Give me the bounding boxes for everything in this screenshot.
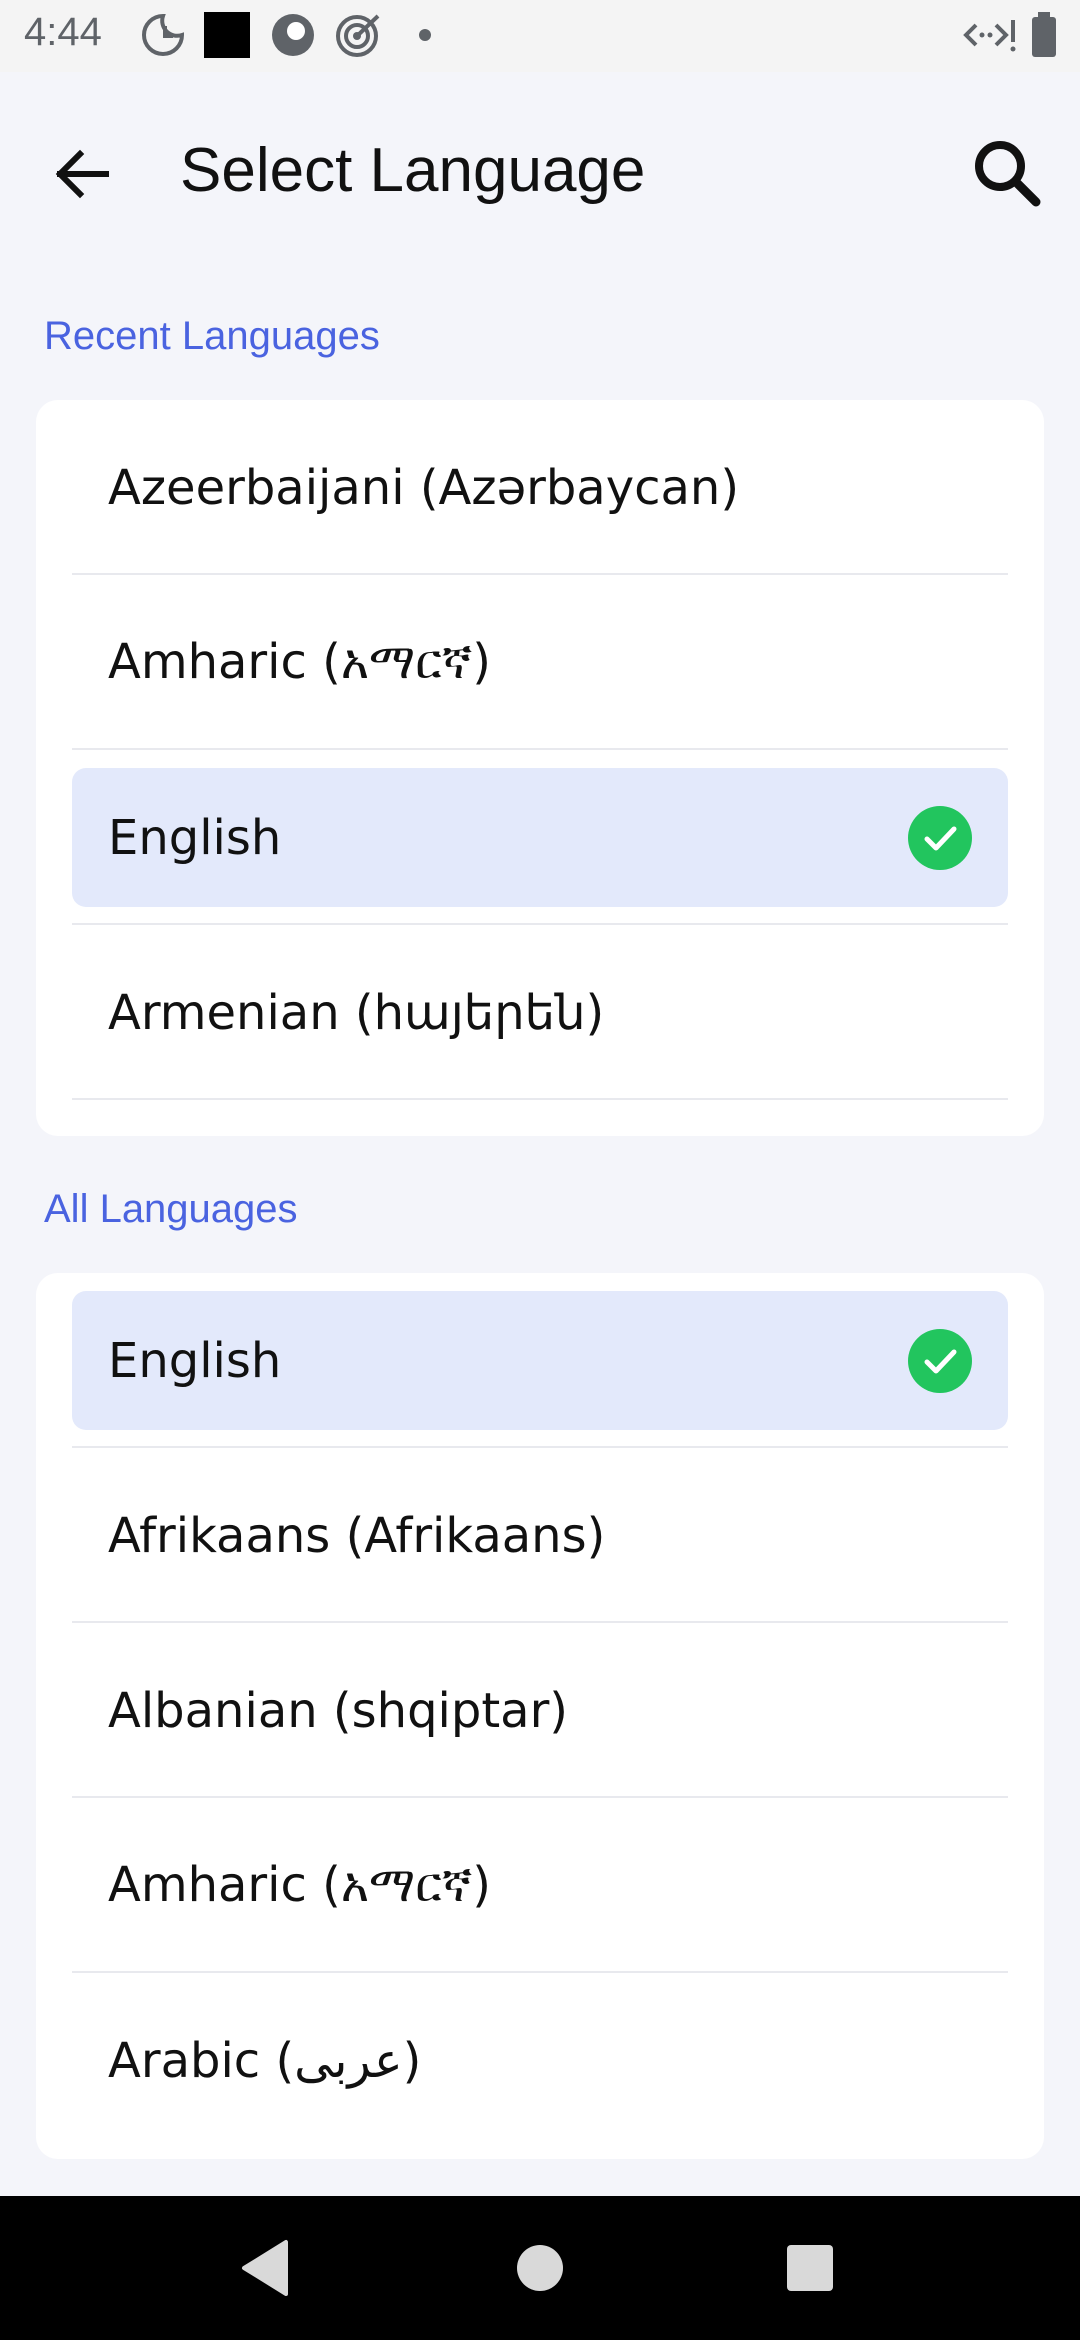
- nav-home-button[interactable]: [508, 2236, 572, 2300]
- language-label: English: [108, 1332, 282, 1389]
- record-icon: [270, 12, 316, 58]
- language-label: Armenian (հայերեն): [108, 984, 605, 1041]
- language-label: English: [108, 809, 282, 866]
- all-languages-card: English Afrikaans (Afrikaans) Albanian (…: [36, 1273, 1044, 2159]
- page-title: Select Language: [180, 136, 646, 205]
- status-time: 4:44: [24, 10, 102, 54]
- language-label: Amharic (አማርኛ): [108, 1857, 492, 1913]
- language-item-albanian[interactable]: Albanian (shqiptar): [72, 1623, 1008, 1798]
- nav-recents-button[interactable]: [778, 2236, 842, 2300]
- do-not-disturb-icon: [140, 12, 186, 58]
- recent-language-item-armenian[interactable]: Armenian (հայերեն): [72, 925, 1008, 1100]
- arrow-left-icon: [55, 149, 109, 199]
- search-icon: [975, 141, 1041, 207]
- battery-icon: [1030, 12, 1058, 58]
- app-header: Select Language: [0, 72, 1080, 272]
- language-label: Afrikaans (Afrikaans): [108, 1507, 606, 1564]
- nav-back-button[interactable]: [236, 2236, 300, 2300]
- status-bar: 4:44: [0, 0, 1080, 72]
- language-label: Azeerbaijani (Azərbaycan): [108, 459, 740, 516]
- all-languages-title: All Languages: [44, 1187, 298, 1231]
- recent-language-item-amharic[interactable]: Amharic (አማርኛ): [72, 575, 1008, 750]
- circle-home-icon: [517, 2245, 563, 2291]
- language-label: Arabic (عربى): [108, 2032, 422, 2089]
- language-label: Amharic (አማርኛ): [108, 634, 492, 690]
- language-item-arabic[interactable]: Arabic (عربى): [72, 1973, 1008, 2148]
- recent-language-item-english[interactable]: English: [72, 750, 1008, 925]
- target-icon: [334, 12, 384, 58]
- language-item-amharic[interactable]: Amharic (አማርኛ): [72, 1798, 1008, 1973]
- back-button[interactable]: [44, 134, 124, 214]
- recent-languages-card: Azeerbaijani (Azərbaycan) Amharic (አማርኛ)…: [36, 400, 1044, 1136]
- recent-languages-title: Recent Languages: [44, 314, 380, 358]
- notification-dot-icon: [418, 28, 432, 42]
- system-navigation-bar: [0, 2196, 1080, 2340]
- app-square-icon: [204, 12, 250, 58]
- check-circle-icon: [908, 1329, 972, 1393]
- check-circle-icon: [908, 806, 972, 870]
- search-button[interactable]: [966, 132, 1046, 212]
- language-item-afrikaans[interactable]: Afrikaans (Afrikaans): [72, 1448, 1008, 1623]
- triangle-back-icon: [242, 2240, 288, 2296]
- language-label: Albanian (shqiptar): [108, 1682, 569, 1739]
- recent-language-item-azerbaijani[interactable]: Azeerbaijani (Azərbaycan): [72, 400, 1008, 575]
- square-recents-icon: [787, 2245, 833, 2291]
- language-item-english[interactable]: English: [72, 1273, 1008, 1448]
- data-saver-icon: [962, 12, 1018, 58]
- language-screen: 4:44 Select Language Recent Languages Az…: [0, 0, 1080, 2340]
